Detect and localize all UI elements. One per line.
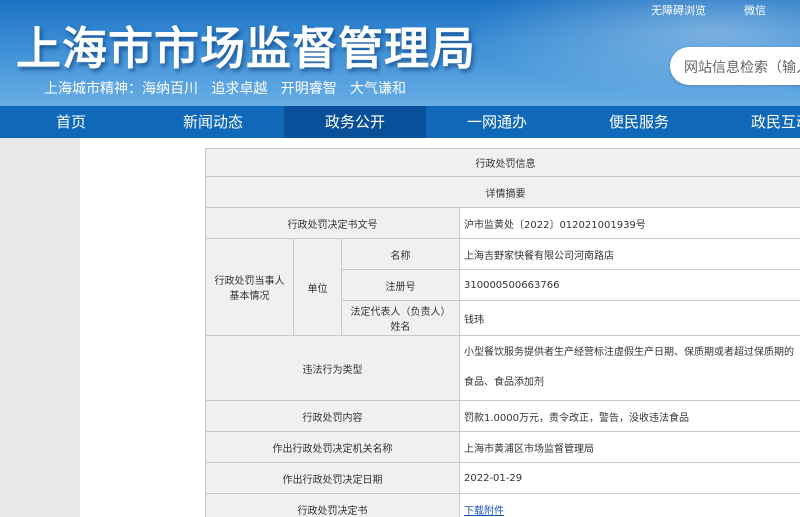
nav-one-stop-service[interactable]: 一网通办 xyxy=(426,106,568,138)
decision-doc-cell: 下载附件 xyxy=(459,493,800,517)
representative-value: 钱玮 xyxy=(459,300,800,336)
table-subtitle: 详情摘要 xyxy=(205,176,800,208)
table-title: 行政处罚信息 xyxy=(205,148,800,177)
search-input[interactable]: 网站信息检索（输入 xyxy=(670,47,800,85)
nav-news[interactable]: 新闻动态 xyxy=(142,106,284,138)
decision-doc-label: 行政处罚决定书 xyxy=(205,493,460,517)
decision-no-value: 沪市监黄处〔2022〕012021001939号 xyxy=(459,207,800,239)
unit-label: 单位 xyxy=(293,238,342,336)
site-header: 无障碍浏览 微信 上海市市场监督管理局 上海城市精神：海纳百川 追求卓越 开明睿… xyxy=(0,0,800,106)
nav-public-service[interactable]: 便民服务 xyxy=(568,106,710,138)
accessibility-link[interactable]: 无障碍浏览 xyxy=(651,2,706,18)
authority-label: 作出行政处罚决定机关名称 xyxy=(205,431,460,463)
penalty-content-value: 罚款1.0000万元，责令改正，警告，没收违法食品 xyxy=(459,400,800,432)
party-label: 行政处罚当事人基本情况 xyxy=(205,238,294,336)
wechat-link[interactable]: 微信 xyxy=(744,2,766,18)
nav-interaction[interactable]: 政民互动 xyxy=(710,106,800,138)
top-links: 无障碍浏览 微信 xyxy=(651,2,766,18)
main-nav: 首页 新闻动态 政务公开 一网通办 便民服务 政民互动 xyxy=(0,106,800,138)
representative-label: 法定代表人（负责人）姓名 xyxy=(341,300,460,336)
site-title: 上海市市场监督管理局 xyxy=(16,22,477,75)
violation-type-value: 小型餐饮服务提供者生产经营标注虚假生产日期、保质期或者超过保质期的食品、食品添加… xyxy=(459,335,800,401)
reg-no-value: 310000500663766 xyxy=(459,269,800,301)
download-attachment-link[interactable]: 下载附件 xyxy=(464,506,504,517)
violation-type-label: 违法行为类型 xyxy=(205,335,460,401)
decision-no-label: 行政处罚决定书文号 xyxy=(205,207,460,239)
penalty-content-label: 行政处罚内容 xyxy=(205,400,460,432)
site-slogan: 上海城市精神：海纳百川 追求卓越 开明睿智 大气谦和 xyxy=(44,81,407,97)
penalty-info-table: 行政处罚信息 详情摘要 行政处罚决定书文号 沪市监黄处〔2022〕0120210… xyxy=(205,148,800,517)
authority-value: 上海市黄浦区市场监督管理局 xyxy=(459,431,800,463)
name-label: 名称 xyxy=(341,238,460,270)
name-value: 上海吉野家快餐有限公司河南路店 xyxy=(459,238,800,270)
nav-home[interactable]: 首页 xyxy=(0,106,142,138)
decision-date-value: 2022-01-29 xyxy=(459,462,800,494)
reg-no-label: 注册号 xyxy=(341,269,460,301)
nav-gov-affairs[interactable]: 政务公开 xyxy=(284,106,426,138)
decision-date-label: 作出行政处罚决定日期 xyxy=(205,462,460,494)
